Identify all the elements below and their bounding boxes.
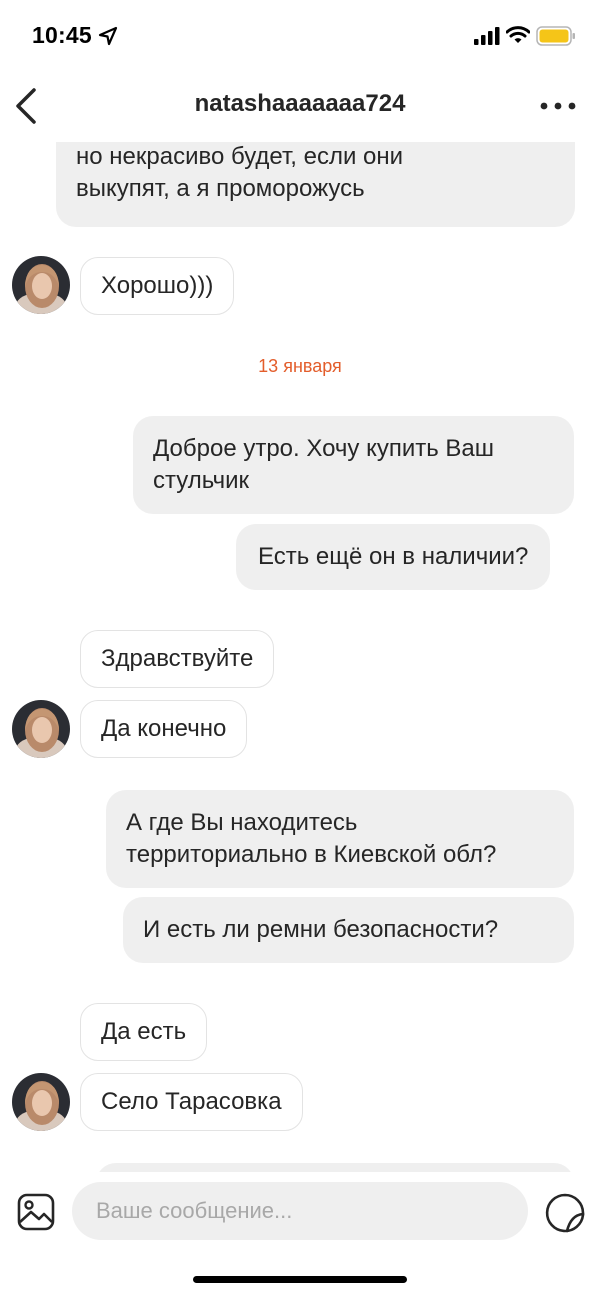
sticker-icon[interactable] [544, 1192, 586, 1234]
message-bubble-incoming[interactable]: Хорошо))) [80, 257, 235, 315]
message-text: Да есть [101, 1018, 187, 1045]
message-composer [0, 1172, 600, 1252]
home-indicator [193, 1276, 407, 1283]
image-icon[interactable] [16, 1192, 56, 1232]
message-bubble-outgoing[interactable]: Доброе утро. Хочу купить Ваш стульчик [133, 416, 574, 514]
wifi-icon [506, 26, 530, 43]
message-input[interactable] [72, 1182, 528, 1240]
date-separator: 13 января [258, 356, 342, 376]
chat-title: natashaaaaaaa724 [194, 90, 406, 117]
message-bubble-incoming[interactable]: Да конечно [80, 700, 248, 758]
message-text: Да конечно [101, 715, 227, 742]
message-text: А где Вы находитесь территориально в Кие… [126, 809, 497, 868]
message-bubble-incoming[interactable]: Село Тарасовка [80, 1073, 303, 1131]
chat-header: natashaaaaaaa724 [0, 72, 600, 142]
message-bubble-incoming[interactable]: Да есть [80, 1003, 208, 1061]
avatar[interactable] [12, 700, 70, 758]
more-options-button[interactable] [538, 94, 578, 118]
avatar[interactable] [12, 256, 70, 314]
message-text: Есть ещё он в наличии? [258, 543, 529, 570]
avatar-photo [12, 1073, 70, 1131]
message-text: Доброе утро. Хочу купить Ваш стульчик [153, 435, 495, 494]
status-time: 10:45 [32, 22, 92, 48]
message-bubble-outgoing[interactable] [96, 1163, 574, 1172]
battery-icon [536, 26, 575, 46]
message-list[interactable]: но некрасиво будет, если они выкупят, а … [0, 142, 600, 1172]
message-bubble-outgoing[interactable]: Есть ещё он в наличии? [236, 524, 551, 590]
message-text: Село Тарасовка [101, 1088, 282, 1115]
message-text: Хорошо))) [101, 272, 214, 299]
status-bar: 10:45 [0, 0, 600, 72]
message-text: Здравствуйте [101, 645, 254, 672]
message-bubble-outgoing[interactable]: но некрасиво будет, если они выкупят, а … [56, 142, 575, 227]
message-bubble-incoming[interactable]: Здравствуйте [80, 630, 275, 688]
avatar-photo [12, 700, 70, 758]
cellular-signal-icon [474, 27, 500, 45]
avatar[interactable] [12, 1073, 70, 1131]
message-text: И есть ли ремни безопасности? [143, 916, 499, 943]
message-bubble-outgoing[interactable]: И есть ли ремни безопасности? [123, 897, 574, 963]
message-bubble-outgoing[interactable]: А где Вы находитесь территориально в Кие… [106, 790, 574, 888]
location-arrow-icon [98, 26, 118, 46]
avatar-photo [12, 256, 70, 314]
message-text: но некрасиво будет, если они выкупят, а … [76, 143, 404, 202]
